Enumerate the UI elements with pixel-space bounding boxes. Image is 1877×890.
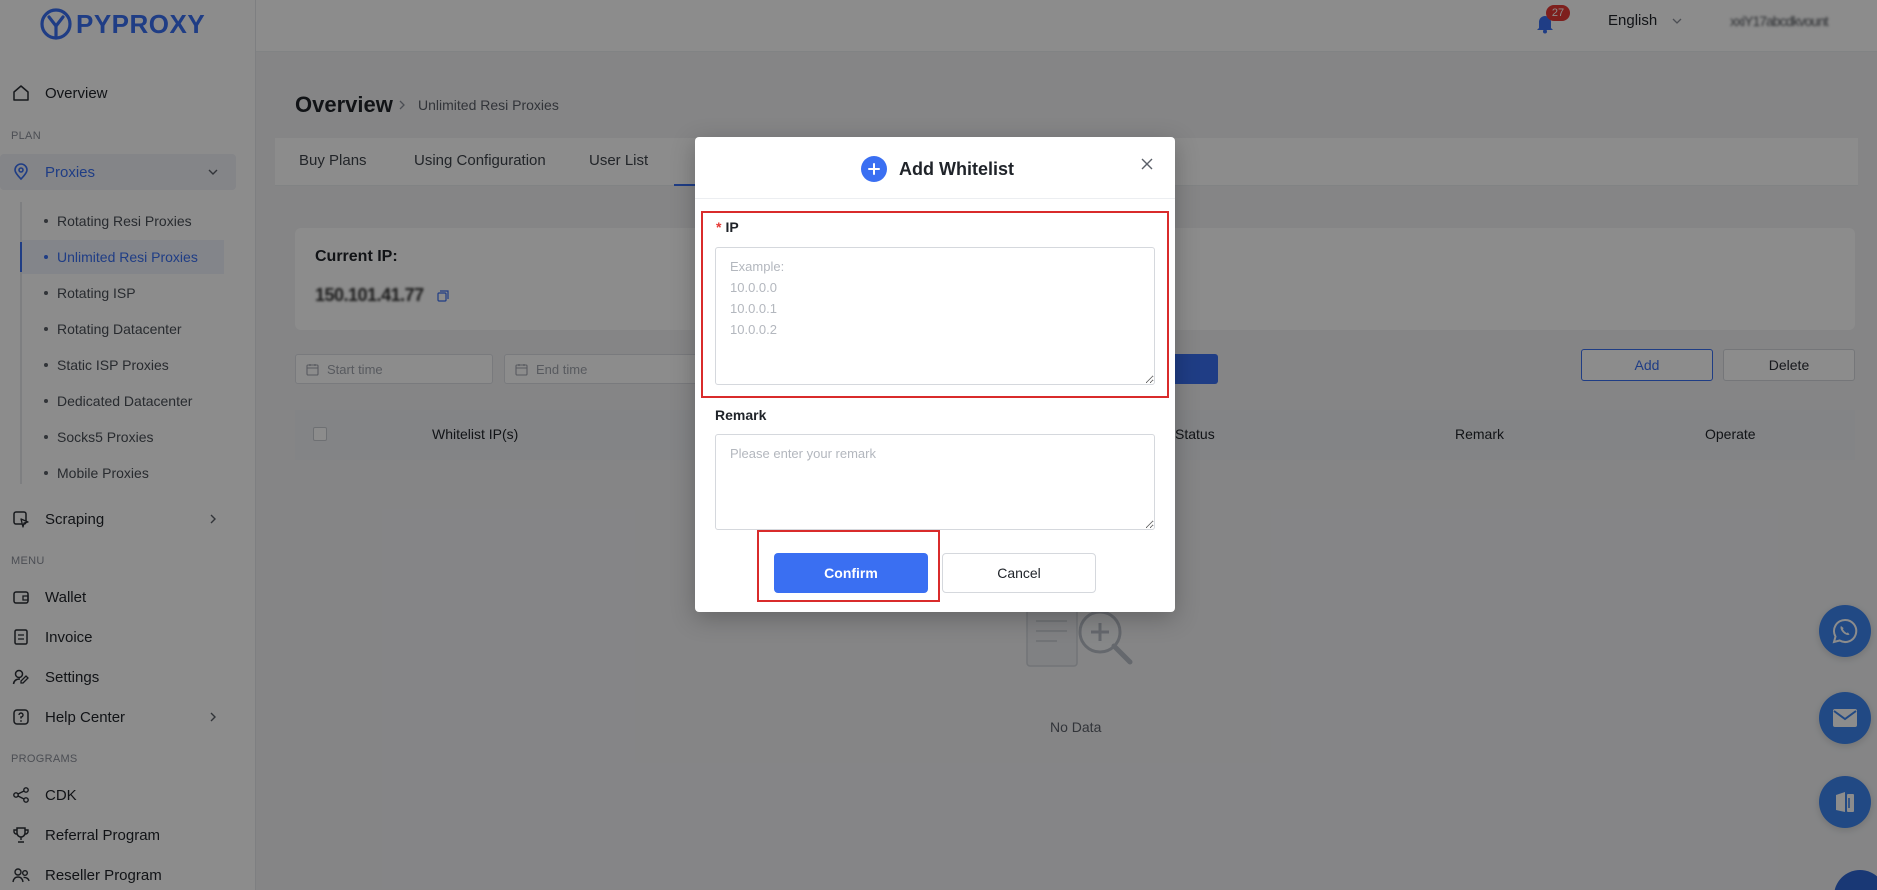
- add-whitelist-dialog: Add Whitelist *IP Remark Confirm Cancel: [695, 137, 1175, 612]
- remark-label: Remark: [715, 407, 767, 423]
- ip-label: * IP: [716, 219, 739, 235]
- dialog-title: Add Whitelist: [899, 158, 1014, 179]
- confirm-button[interactable]: Confirm: [774, 553, 928, 593]
- close-icon[interactable]: [1140, 157, 1154, 171]
- required-mark: *: [716, 219, 722, 235]
- remark-textarea[interactable]: [715, 434, 1155, 530]
- dialog-header: Add Whitelist: [695, 137, 1175, 199]
- cancel-button[interactable]: Cancel: [942, 553, 1096, 593]
- ip-label-text: IP: [725, 219, 739, 235]
- ip-textarea[interactable]: [715, 247, 1155, 385]
- plus-circle-icon: [861, 156, 887, 182]
- dialog-title-group: Add Whitelist: [861, 156, 1014, 182]
